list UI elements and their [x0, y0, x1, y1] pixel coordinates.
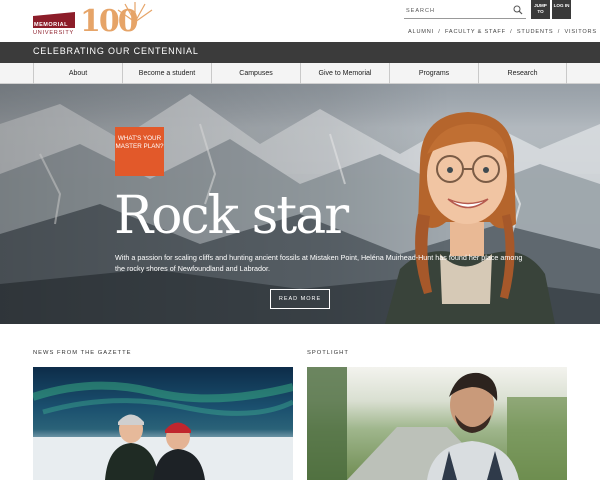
search-input[interactable]: SEARCH [404, 5, 526, 19]
spotlight-image[interactable] [307, 367, 567, 480]
logo-text-memorial: MEMORIAL [34, 22, 68, 28]
memorial-university-logo: MEMORIAL UNIVERSITY [33, 12, 75, 36]
centennial-banner: CELEBRATING OUR CENTENNIAL [0, 42, 600, 63]
master-plan-badge[interactable]: WHAT'S YOUR MASTER PLAN? [115, 127, 164, 176]
audience-link-alumni[interactable]: ALUMNI [408, 29, 434, 35]
student-portrait-image [385, 112, 555, 324]
nav-item-programs[interactable]: Programs [389, 63, 478, 84]
nav-item-give[interactable]: Give to Memorial [300, 63, 389, 84]
audience-link-students[interactable]: STUDENTS [517, 29, 554, 35]
audience-link-visitors[interactable]: VISITORS [565, 29, 597, 35]
spotlight-section-label: SPOTLIGHT [307, 350, 349, 356]
nav-item-about[interactable]: About [33, 63, 122, 84]
gazette-news-image[interactable] [33, 367, 293, 480]
audience-separator: / [438, 29, 441, 35]
nav-item-campuses[interactable]: Campuses [211, 63, 300, 84]
search-placeholder: SEARCH [406, 8, 435, 14]
log-in-button[interactable]: LOG IN [552, 0, 571, 19]
search-icon[interactable] [513, 5, 523, 15]
jump-to-button[interactable]: JUMP TO [531, 0, 550, 19]
nav-item-research[interactable]: Research [478, 63, 567, 84]
hero-banner: WHAT'S YOUR MASTER PLAN? Rock star With … [0, 84, 600, 324]
centennial-banner-text[interactable]: CELEBRATING OUR CENTENNIAL [33, 46, 199, 56]
nav-item-become-a-student[interactable]: Become a student [122, 63, 211, 84]
main-nav: About Become a student Campuses Give to … [0, 63, 600, 84]
audience-link-faculty-staff[interactable]: FACULTY & STAFF [445, 29, 506, 35]
hero-description: With a passion for scaling cliffs and hu… [115, 253, 523, 273]
audience-links: ALUMNI / FACULTY & STAFF / STUDENTS / VI… [407, 29, 598, 35]
audience-separator: / [510, 29, 513, 35]
sunburst-icon [117, 2, 153, 23]
hero-title: Rock star [114, 186, 349, 246]
read-more-button[interactable]: READ MORE [270, 289, 330, 309]
spotlight-student-photo [307, 367, 567, 480]
gazette-section-label: NEWS FROM THE GAZETTE [33, 350, 132, 356]
site-header: MEMORIAL UNIVERSITY 100 SEARCH JUMP TO L… [0, 0, 600, 42]
audience-separator: / [557, 29, 561, 35]
northern-lights-photo [33, 381, 293, 480]
university-logo[interactable]: MEMORIAL UNIVERSITY 100 [33, 2, 158, 40]
logo-text-university: UNIVERSITY [33, 30, 75, 36]
